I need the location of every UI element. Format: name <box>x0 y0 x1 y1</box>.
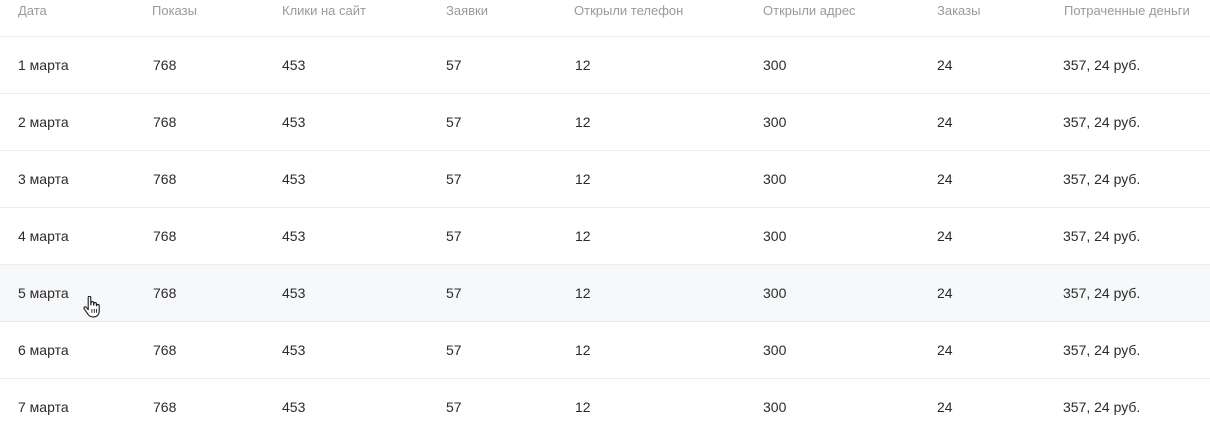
cell-address-opens: 300 <box>763 285 787 301</box>
cell-phone-opens: 12 <box>575 57 591 73</box>
cell-requests: 57 <box>446 399 462 415</box>
cell-shows: 768 <box>153 399 177 415</box>
cell-address-opens: 300 <box>763 342 787 358</box>
table-row[interactable]: 6 марта 768 453 57 12 300 24 357, 24 руб… <box>0 322 1210 379</box>
cell-money-spent: 357, 24 руб. <box>1063 228 1141 244</box>
cell-shows: 768 <box>153 342 177 358</box>
column-header-clicks[interactable]: Клики на сайт <box>282 3 366 18</box>
cell-orders: 24 <box>937 228 953 244</box>
cell-address-opens: 300 <box>763 228 787 244</box>
cell-shows: 768 <box>153 57 177 73</box>
cell-date: 6 марта <box>18 342 69 358</box>
table-row[interactable]: 3 марта 768 453 57 12 300 24 357, 24 руб… <box>0 151 1210 208</box>
column-header-date[interactable]: Дата <box>18 3 47 18</box>
stats-table: Дата Показы Клики на сайт Заявки Открыли… <box>0 0 1210 435</box>
cell-phone-opens: 12 <box>575 285 591 301</box>
cell-money-spent: 357, 24 руб. <box>1063 285 1141 301</box>
table-header: Дата Показы Клики на сайт Заявки Открыли… <box>0 0 1210 37</box>
cell-clicks: 453 <box>282 171 306 187</box>
cell-phone-opens: 12 <box>575 114 591 130</box>
cell-date: 7 марта <box>18 399 69 415</box>
cell-money-spent: 357, 24 руб. <box>1063 399 1141 415</box>
cell-phone-opens: 12 <box>575 342 591 358</box>
cell-shows: 768 <box>153 114 177 130</box>
cell-clicks: 453 <box>282 228 306 244</box>
cell-clicks: 453 <box>282 399 306 415</box>
cell-orders: 24 <box>937 399 953 415</box>
cell-requests: 57 <box>446 342 462 358</box>
table-row[interactable]: 1 марта 768 453 57 12 300 24 357, 24 руб… <box>0 37 1210 94</box>
cell-money-spent: 357, 24 руб. <box>1063 171 1141 187</box>
table-row[interactable]: 5 марта 768 453 57 12 300 24 357, 24 руб… <box>0 265 1210 322</box>
cell-money-spent: 357, 24 руб. <box>1063 57 1141 73</box>
cell-clicks: 453 <box>282 57 306 73</box>
cell-address-opens: 300 <box>763 171 787 187</box>
cell-clicks: 453 <box>282 114 306 130</box>
cell-shows: 768 <box>153 285 177 301</box>
table-row[interactable]: 2 марта 768 453 57 12 300 24 357, 24 руб… <box>0 94 1210 151</box>
cell-requests: 57 <box>446 57 462 73</box>
column-header-requests[interactable]: Заявки <box>446 3 488 18</box>
cell-date: 5 марта <box>18 285 69 301</box>
cell-requests: 57 <box>446 228 462 244</box>
table-row[interactable]: 4 марта 768 453 57 12 300 24 357, 24 руб… <box>0 208 1210 265</box>
cell-orders: 24 <box>937 114 953 130</box>
column-header-shows[interactable]: Показы <box>152 3 197 18</box>
table-row[interactable]: 7 марта 768 453 57 12 300 24 357, 24 руб… <box>0 379 1210 435</box>
cell-date: 4 марта <box>18 228 69 244</box>
cell-date: 2 марта <box>18 114 69 130</box>
cell-orders: 24 <box>937 285 953 301</box>
cell-shows: 768 <box>153 228 177 244</box>
cell-address-opens: 300 <box>763 399 787 415</box>
column-header-address-opens[interactable]: Открыли адрес <box>763 3 856 18</box>
cell-orders: 24 <box>937 342 953 358</box>
cell-date: 3 марта <box>18 171 69 187</box>
cell-requests: 57 <box>446 171 462 187</box>
cell-phone-opens: 12 <box>575 228 591 244</box>
column-header-orders[interactable]: Заказы <box>937 3 980 18</box>
cell-phone-opens: 12 <box>575 399 591 415</box>
cell-address-opens: 300 <box>763 57 787 73</box>
column-header-money-spent[interactable]: Потраченные деньги <box>1064 3 1190 18</box>
cell-phone-opens: 12 <box>575 171 591 187</box>
cell-orders: 24 <box>937 171 953 187</box>
cell-date: 1 марта <box>18 57 69 73</box>
cell-money-spent: 357, 24 руб. <box>1063 342 1141 358</box>
cell-shows: 768 <box>153 171 177 187</box>
cell-money-spent: 357, 24 руб. <box>1063 114 1141 130</box>
cell-requests: 57 <box>446 285 462 301</box>
cell-requests: 57 <box>446 114 462 130</box>
cell-clicks: 453 <box>282 342 306 358</box>
column-header-phone-opens[interactable]: Открыли телефон <box>574 3 683 18</box>
cell-orders: 24 <box>937 57 953 73</box>
cell-address-opens: 300 <box>763 114 787 130</box>
cell-clicks: 453 <box>282 285 306 301</box>
